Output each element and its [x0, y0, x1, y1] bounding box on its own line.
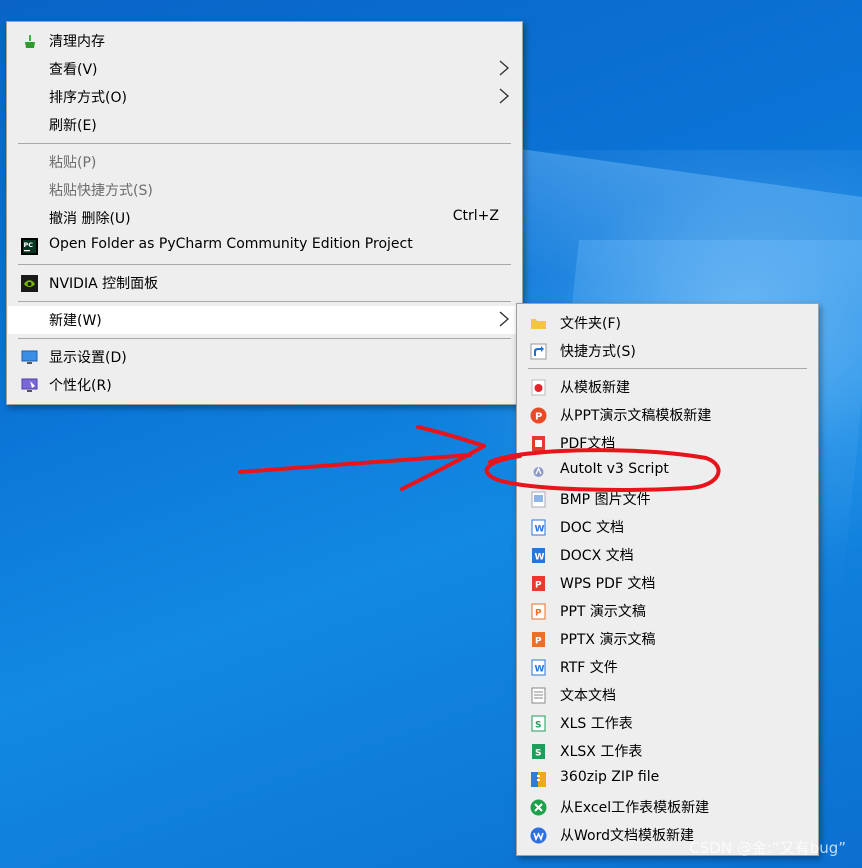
annotation-arrow-shaft — [238, 453, 472, 474]
annotation-arrow-head-upper — [416, 425, 486, 448]
red-annotation — [238, 425, 721, 492]
annotation-circle — [484, 448, 721, 492]
watermark: CSDN @金:“又有bug” — [689, 839, 846, 857]
annotation-arrow-head-lower — [400, 444, 486, 491]
